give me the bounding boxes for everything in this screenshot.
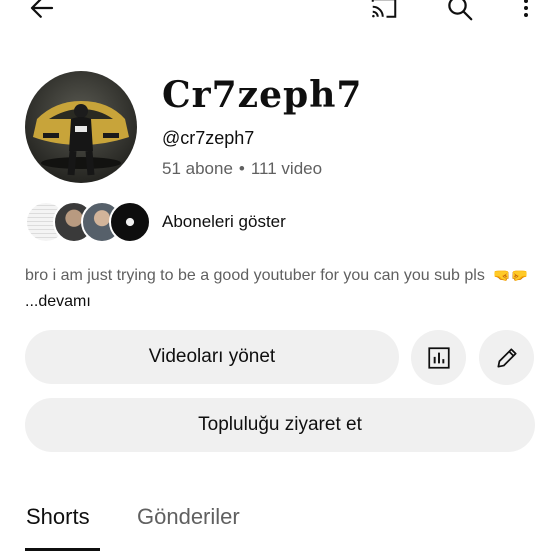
channel-handle: @cr7zeph7 [162,128,255,148]
tab-shorts[interactable]: Shorts [26,504,90,530]
edit-channel-button[interactable] [479,330,534,385]
more-options-button[interactable] [508,0,544,26]
analytics-icon [427,346,450,369]
back-button[interactable] [22,0,62,26]
cast-button[interactable] [364,0,404,26]
channel-description[interactable]: bro i am just trying to be a good youtub… [25,262,545,315]
video-count: 111 video [250,159,323,178]
tab-posts[interactable]: Gönderiler [137,504,240,530]
manage-videos-button[interactable]: Videoları yönet [25,330,399,384]
search-button[interactable] [440,0,480,26]
analytics-button[interactable] [411,330,466,385]
selected-tab-indicator [25,548,100,551]
cast-icon [371,0,397,18]
read-more-link[interactable]: ...devamı [25,293,91,310]
subscriber-count: 51 abone [162,159,233,178]
description-text: bro i am just trying to be a good youtub… [25,267,485,284]
subscriber-avatars[interactable] [25,201,151,243]
arrow-left-icon [30,0,54,18]
top-app-bar [0,0,560,28]
more-vertical-icon [524,0,528,17]
edit-pencil-icon [496,347,517,368]
channel-stats: 51 abone • 111 video [162,159,322,179]
description-emojis: 🤜🤛 [493,267,529,283]
subscriber-avatar [109,201,151,243]
channel-avatar[interactable] [25,71,137,183]
show-subscribers-link[interactable]: Aboneleri göster [162,212,286,232]
channel-tabs: Shorts Gönderiler [0,490,560,560]
search-icon [448,0,473,21]
visit-community-button[interactable]: Topluluğu ziyaret et [25,398,535,452]
channel-avatar-image [25,71,137,183]
stats-separator: • [238,159,245,178]
channel-name: Cr7zeph7 [162,74,363,116]
